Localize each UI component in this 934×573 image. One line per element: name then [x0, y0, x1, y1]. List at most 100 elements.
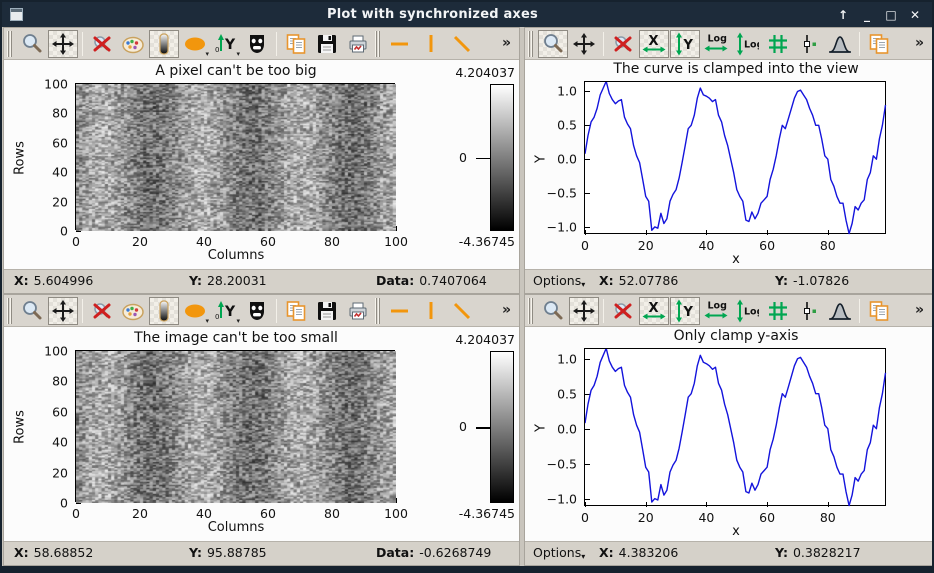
- toolbar-handle[interactable]: [7, 30, 13, 57]
- y-range-icon[interactable]: Y: [670, 296, 700, 325]
- minimize-button[interactable]: _: [860, 8, 874, 22]
- statusbar-image-bottom: X: 58.68852 Y: 95.88785 Data: -0.6268749: [4, 541, 519, 565]
- log-y-icon[interactable]: Log: [732, 297, 762, 325]
- shade-button[interactable]: ↑: [836, 8, 850, 22]
- maximize-button[interactable]: □: [884, 8, 898, 22]
- print-icon[interactable]: [343, 297, 373, 325]
- tick-mark: [76, 231, 81, 232]
- y-axis-dialog-icon[interactable]: Y 0 ▾: [211, 297, 241, 325]
- close-button[interactable]: ✕: [908, 8, 922, 22]
- statusbar-image-top: X: 5.604996 Y: 28.20031 Data: 0.7407064: [4, 269, 519, 293]
- zoom-icon[interactable]: [538, 29, 568, 58]
- toolbar-handle[interactable]: [528, 30, 534, 57]
- toolbar-handle[interactable]: [528, 297, 534, 324]
- zoom-icon[interactable]: [17, 30, 47, 58]
- grid-icon[interactable]: [763, 297, 793, 325]
- unzoom-icon[interactable]: [87, 30, 117, 58]
- options-menu-button[interactable]: Options▾: [533, 545, 585, 561]
- stats-icon[interactable]: [825, 30, 855, 58]
- ellipse-shape-icon[interactable]: ▾: [180, 297, 210, 325]
- copy-icon[interactable]: [864, 30, 894, 58]
- tick-label: 80: [819, 238, 836, 253]
- toolbar-overflow-button[interactable]: »: [913, 35, 930, 53]
- oblique-shape-icon[interactable]: [447, 297, 477, 325]
- curve-series[interactable]: [585, 349, 887, 507]
- unzoom-icon[interactable]: [87, 297, 117, 325]
- image-mask-icon[interactable]: [242, 297, 272, 325]
- ellipse-shape-icon[interactable]: ▾: [180, 30, 210, 58]
- window-title: Plot with synchronized axes: [327, 7, 538, 22]
- y-range-icon[interactable]: Y: [670, 29, 700, 58]
- colorbar[interactable]: [490, 84, 514, 231]
- x-range-icon[interactable]: X: [639, 29, 669, 58]
- pan-icon[interactable]: [569, 30, 599, 58]
- pan-icon[interactable]: [48, 29, 78, 58]
- hline-shape-icon[interactable]: [385, 297, 415, 325]
- cursor-icon[interactable]: [794, 297, 824, 325]
- plot-image-top[interactable]: A pixel can't be too big Rows Columns 4.…: [4, 60, 519, 269]
- copy-icon[interactable]: [864, 297, 894, 325]
- log-x-icon[interactable]: Log: [701, 30, 731, 58]
- noise-image[interactable]: [76, 84, 396, 231]
- panel-curve-top: X Y Log Log » The curve is clamped into the …: [524, 27, 932, 294]
- unzoom-icon[interactable]: [608, 30, 638, 58]
- toolbar-handle[interactable]: [7, 297, 13, 324]
- tick-label: 20: [132, 234, 148, 249]
- cursor-icon[interactable]: [794, 30, 824, 58]
- grid-icon[interactable]: [763, 30, 793, 58]
- svg-text:Y: Y: [224, 304, 236, 320]
- toolbar-handle[interactable]: [375, 30, 381, 57]
- noise-image[interactable]: [76, 351, 396, 503]
- toolbar-handle[interactable]: [375, 297, 381, 324]
- zoom-icon[interactable]: [538, 297, 568, 325]
- svg-text:Y: Y: [683, 305, 694, 320]
- toolbar-overflow-button[interactable]: »: [913, 302, 930, 320]
- titlebar[interactable]: Plot with synchronized axes ↑ _ □ ✕: [2, 2, 932, 27]
- plot-curve-top[interactable]: The curve is clamped into the view Y x 0…: [525, 60, 932, 269]
- save-icon[interactable]: [312, 297, 342, 325]
- colorbar[interactable]: [490, 351, 514, 503]
- copy-icon[interactable]: [281, 30, 311, 58]
- oblique-shape-icon[interactable]: [447, 30, 477, 58]
- tick-label: 40: [196, 234, 212, 249]
- save-icon[interactable]: [312, 30, 342, 58]
- pan-icon[interactable]: [569, 296, 599, 325]
- log-x-icon[interactable]: Log: [701, 297, 731, 325]
- svg-text:Log: Log: [744, 306, 759, 317]
- y-axis-dialog-icon[interactable]: Y 0 ▾: [211, 30, 241, 58]
- vline-shape-icon[interactable]: [416, 297, 446, 325]
- toolbar-curve-top: X Y Log Log »: [525, 28, 932, 60]
- log-y-icon[interactable]: Log: [732, 30, 762, 58]
- statusbar-curve-bottom: Options▾ X: 4.383206 Y: 0.3828217: [525, 541, 932, 565]
- curve-series[interactable]: [585, 82, 887, 235]
- palette-icon[interactable]: [118, 30, 148, 58]
- toolbar-overflow-button[interactable]: »: [500, 302, 517, 320]
- print-icon[interactable]: [343, 30, 373, 58]
- hline-shape-icon[interactable]: [385, 30, 415, 58]
- tick-label: 0: [72, 234, 80, 249]
- panel-image-top: ▾ Y 0 ▾ » A pixel can't be too big Rows Colu…: [3, 27, 520, 294]
- contrast-icon[interactable]: [149, 296, 179, 325]
- plot-image-bottom[interactable]: The image can't be too small Rows Column…: [4, 327, 519, 541]
- stats-icon[interactable]: [825, 297, 855, 325]
- tick-label: 0: [60, 495, 68, 511]
- svg-text:Y: Y: [683, 38, 694, 53]
- tick-label: −0.5: [546, 456, 577, 472]
- tick-mark: [396, 498, 397, 503]
- options-menu-button[interactable]: Options▾: [533, 273, 585, 289]
- contrast-icon[interactable]: [149, 29, 179, 58]
- copy-icon[interactable]: [281, 297, 311, 325]
- tick-label: 80: [52, 105, 68, 121]
- tick-label: 20: [132, 506, 148, 521]
- toolbar-overflow-button[interactable]: »: [500, 35, 517, 53]
- colorbar-max-label: 4.204037: [455, 332, 515, 347]
- zoom-icon[interactable]: [17, 297, 47, 325]
- plot-curve-bottom[interactable]: Only clamp y-axis Y x 0 20 40 60 80 1.0 0.5 0.0…: [525, 327, 932, 541]
- vline-shape-icon[interactable]: [416, 30, 446, 58]
- pan-icon[interactable]: [48, 296, 78, 325]
- image-mask-icon[interactable]: [242, 30, 272, 58]
- toolbar-image-top: ▾ Y 0 ▾ »: [4, 28, 519, 60]
- x-range-icon[interactable]: X: [639, 296, 669, 325]
- unzoom-icon[interactable]: [608, 297, 638, 325]
- palette-icon[interactable]: [118, 297, 148, 325]
